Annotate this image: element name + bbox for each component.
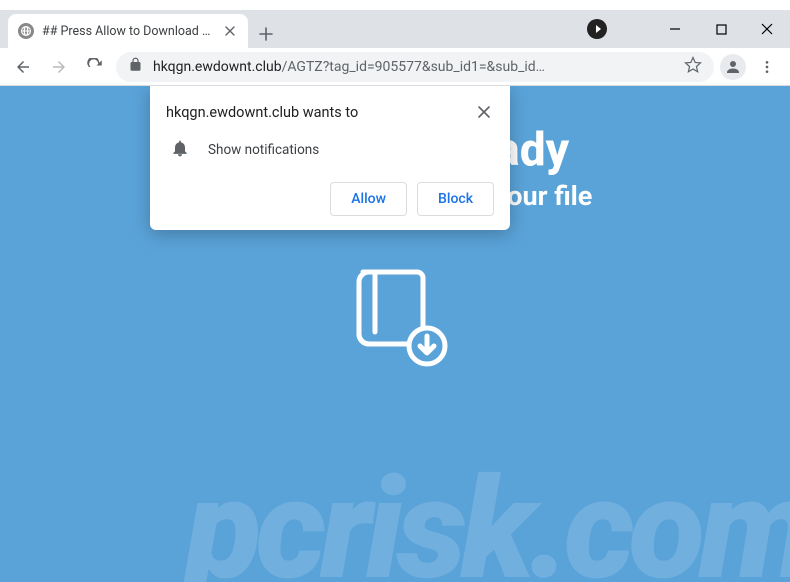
window-close-button[interactable] xyxy=(744,14,790,44)
kebab-menu-icon[interactable] xyxy=(752,52,782,82)
back-button[interactable] xyxy=(8,52,38,82)
globe-icon xyxy=(18,23,34,39)
prompt-permission-label: Show notifications xyxy=(208,142,319,158)
window-titlebar xyxy=(0,0,790,10)
bell-icon xyxy=(170,138,190,162)
tab-strip: ## Press Allow to Download ## xyxy=(0,10,790,48)
block-button[interactable]: Block xyxy=(417,182,494,216)
window-minimize-button[interactable] xyxy=(652,14,698,44)
window-controls xyxy=(582,10,790,48)
address-bar[interactable]: hkqgn.ewdownt.club/AGTZ?tag_id=905577&su… xyxy=(116,52,714,82)
prompt-close-button[interactable] xyxy=(474,102,494,122)
window-maximize-button[interactable] xyxy=(698,14,744,44)
profile-avatar[interactable] xyxy=(720,54,746,80)
url-path: /AGTZ?tag_id=905577&sub_id1=&sub_id… xyxy=(282,59,545,75)
notification-permission-prompt: hkqgn.ewdownt.club wants to Show notific… xyxy=(150,86,510,230)
page-content: Your file is ready Click Allow to downlo… xyxy=(0,86,790,582)
watermark-text: pcrisk.com xyxy=(0,448,790,582)
media-indicator[interactable] xyxy=(582,14,612,44)
reload-button[interactable] xyxy=(80,52,110,82)
new-tab-button[interactable] xyxy=(252,20,280,48)
tab-close-button[interactable] xyxy=(222,23,238,39)
url-host: hkqgn.ewdownt.club xyxy=(153,59,282,75)
bookmark-star-icon[interactable] xyxy=(684,56,702,78)
book-download-icon xyxy=(335,254,455,378)
url-text: hkqgn.ewdownt.club/AGTZ?tag_id=905577&su… xyxy=(153,59,674,75)
browser-tab[interactable]: ## Press Allow to Download ## xyxy=(8,14,248,48)
allow-button[interactable]: Allow xyxy=(330,182,407,216)
forward-button[interactable] xyxy=(44,52,74,82)
prompt-origin-text: hkqgn.ewdownt.club wants to xyxy=(166,104,358,121)
browser-toolbar: hkqgn.ewdownt.club/AGTZ?tag_id=905577&su… xyxy=(0,48,790,86)
lock-icon xyxy=(128,57,143,76)
tab-title: ## Press Allow to Download ## xyxy=(42,24,214,39)
